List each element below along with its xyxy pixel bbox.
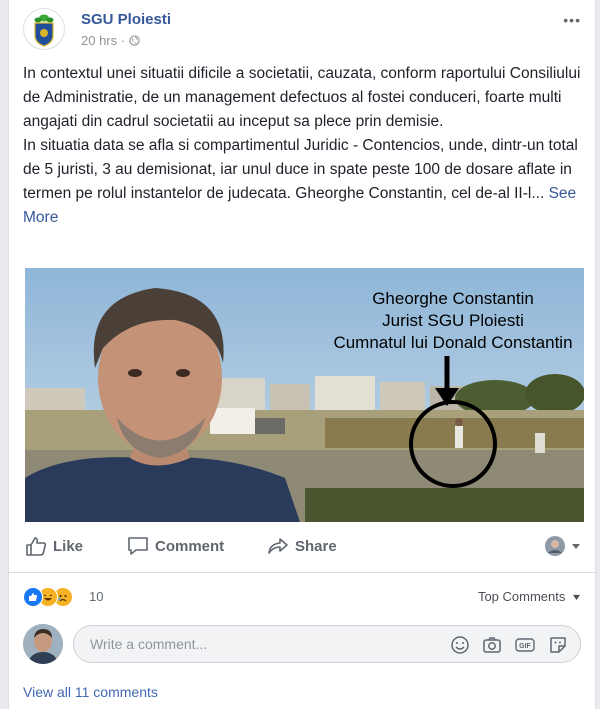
post-as-selector[interactable] xyxy=(545,536,581,556)
caret-down-icon xyxy=(573,594,580,601)
crest-logo-icon xyxy=(34,14,54,47)
comment-bubble-icon xyxy=(128,537,148,555)
comment-input[interactable] xyxy=(88,635,412,653)
top-comments-label: Top Comments xyxy=(477,589,566,604)
emoji-icon[interactable] xyxy=(450,635,470,655)
globe-icon xyxy=(129,35,140,46)
page-name-link[interactable]: SGU Ploiesti xyxy=(81,11,171,28)
post-paragraph-1: In contextul unei situatii dificile a so… xyxy=(23,65,581,130)
comment-button[interactable]: Comment xyxy=(127,536,224,556)
sticker-icon[interactable] xyxy=(548,635,568,655)
top-comments-dropdown[interactable]: Top Comments xyxy=(478,589,581,604)
like-label: Like xyxy=(53,537,84,555)
post-options-button[interactable]: ••• xyxy=(563,12,581,28)
like-reaction-icon[interactable] xyxy=(23,587,43,607)
profile-photo-icon xyxy=(23,624,63,664)
photo-caption: Gheorghe Constantin Jurist SGU Ploiesti … xyxy=(323,288,583,354)
caption-line-2: Jurist SGU Ploiesti xyxy=(382,311,524,330)
comment-composer: GIF xyxy=(23,620,581,670)
share-arrow-icon xyxy=(268,538,288,554)
post-timestamp[interactable]: 20 hrs xyxy=(81,33,117,48)
post-card: SGU Ploiesti 20 hrs · ••• In contextul u… xyxy=(8,0,596,709)
comment-tools: GIF xyxy=(450,635,568,655)
share-label: Share xyxy=(295,537,337,555)
gif-icon[interactable]: GIF xyxy=(514,635,536,655)
share-button[interactable]: Share xyxy=(267,536,337,556)
reaction-count[interactable]: 10 xyxy=(89,589,103,604)
post-body: In contextul unei situatii dificile a so… xyxy=(23,62,583,230)
caption-line-3: Cumnatul lui Donald Constantin xyxy=(333,333,573,352)
like-button[interactable]: Like xyxy=(25,536,83,556)
page-avatar[interactable] xyxy=(23,8,65,50)
commenter-avatar[interactable] xyxy=(23,624,63,664)
post-paragraph-2: In situatia data se afla si compartiment… xyxy=(23,137,578,226)
divider xyxy=(9,572,595,573)
svg-text:GIF: GIF xyxy=(519,643,531,650)
post-photo[interactable]: Gheorghe Constantin Jurist SGU Ploiesti … xyxy=(25,268,584,522)
comment-input-box[interactable]: GIF xyxy=(73,625,581,663)
post-header: SGU Ploiesti 20 hrs · ••• xyxy=(23,8,581,50)
user-avatar-icon xyxy=(545,536,565,556)
camera-icon[interactable] xyxy=(482,635,502,655)
post-meta: 20 hrs · xyxy=(81,33,140,48)
action-bar: Like Comment Share xyxy=(23,530,581,566)
caption-line-1: Gheorghe Constantin xyxy=(372,289,534,308)
thumbs-up-icon xyxy=(26,537,47,556)
chevron-down-icon xyxy=(572,544,580,549)
comment-label: Comment xyxy=(155,537,225,555)
reactions-bar: 10 Top Comments xyxy=(23,584,581,608)
view-all-comments-link[interactable]: View all 11 comments xyxy=(23,684,158,700)
